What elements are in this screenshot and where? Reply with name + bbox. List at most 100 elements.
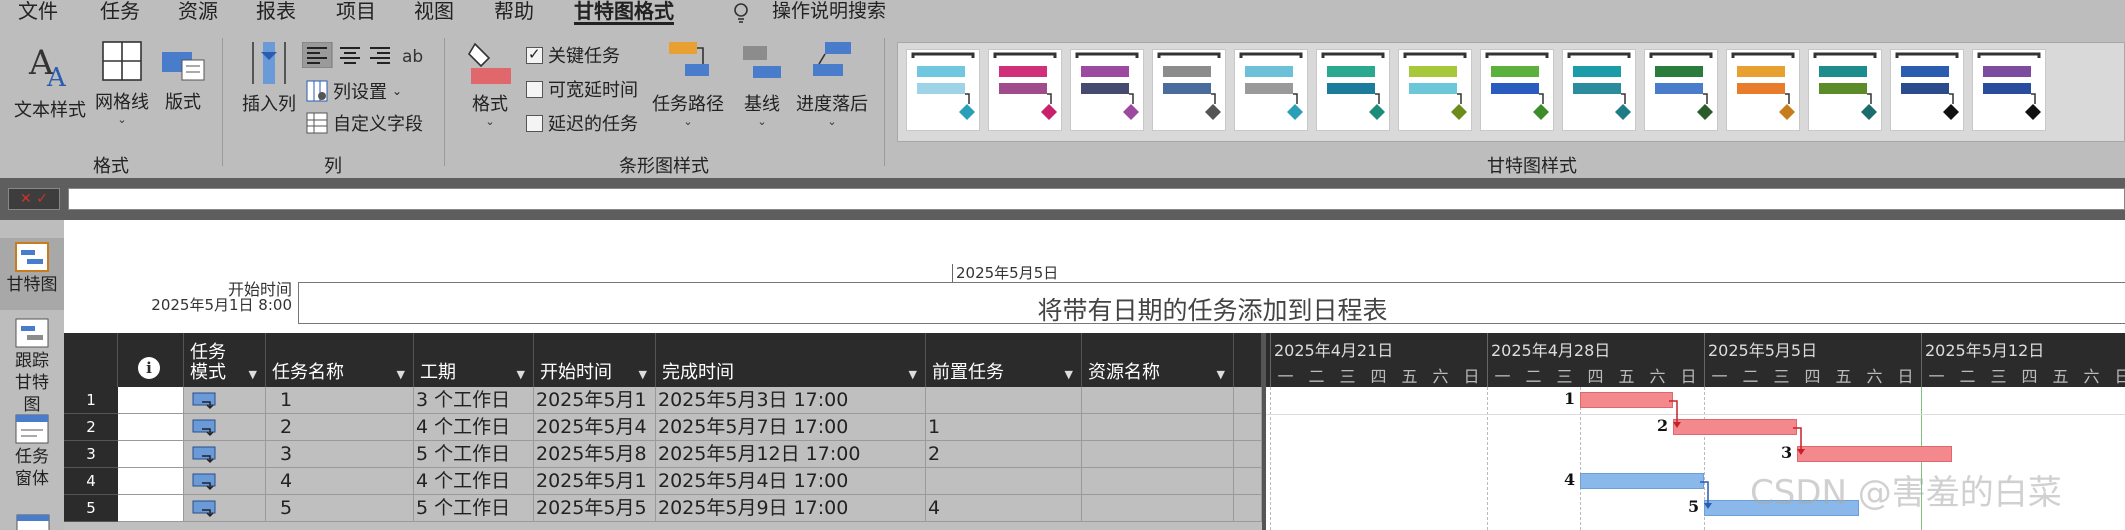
- tab-view[interactable]: 视图: [414, 0, 454, 22]
- indicator-cell[interactable]: [118, 441, 184, 468]
- indicator-cell[interactable]: [118, 468, 184, 495]
- timeline[interactable]: 开始时间 2025年5月1日 8:00 2025年5月5日 将带有日期的任务添加…: [64, 220, 2125, 333]
- column-header-resource-names[interactable]: 资源名称 ▼: [1082, 333, 1234, 387]
- cell-start[interactable]: 2025年5月1: [534, 468, 656, 495]
- tab-report[interactable]: 报表: [256, 0, 296, 22]
- dropdown-arrow-icon[interactable]: ▼: [517, 368, 525, 381]
- cell-resource[interactable]: [1082, 414, 1234, 441]
- text-styles-button[interactable]: A A 文本样式: [12, 40, 88, 122]
- checkbox-late-tasks[interactable]: 延迟的任务: [526, 110, 638, 136]
- column-header-finish[interactable]: 完成时间 ▼: [656, 333, 926, 387]
- table-row[interactable]: 224 个工作日 2025年5月4 2025年5月7日 17:00 1: [64, 414, 1262, 441]
- cell-finish[interactable]: 2025年5月4日 17:00: [656, 468, 926, 495]
- table-row[interactable]: 444 个工作日 2025年5月1 2025年5月4日 17:00: [64, 468, 1262, 495]
- column-settings-button[interactable]: 列设置 ⌄: [306, 78, 402, 104]
- slippage-button[interactable]: 进度落后 ⌄: [794, 38, 870, 128]
- gantt-style-gallery[interactable]: [897, 42, 2125, 142]
- gantt-task-bar[interactable]: [1580, 473, 1704, 489]
- cell-pred[interactable]: [926, 468, 1082, 495]
- empty-cell[interactable]: [1234, 387, 1262, 414]
- gantt-style-swatch[interactable]: [1808, 49, 1882, 131]
- column-header-start[interactable]: 开始时间 ▼: [534, 333, 656, 387]
- select-all-corner[interactable]: [64, 333, 118, 387]
- cell-duration[interactable]: 5 个工作日: [414, 441, 534, 468]
- gantt-style-swatch[interactable]: [1070, 49, 1144, 131]
- column-header-add[interactable]: [1234, 333, 1262, 387]
- cell-finish[interactable]: 2025年5月9日 17:00: [656, 495, 926, 522]
- checkbox-critical-tasks[interactable]: 关键任务: [526, 42, 620, 68]
- cell-finish[interactable]: 2025年5月3日 17:00: [656, 387, 926, 414]
- gantt-style-swatch[interactable]: [1562, 49, 1636, 131]
- column-header-task-name[interactable]: 任务名称 ▼: [266, 333, 414, 387]
- task-mode-cell[interactable]: [184, 495, 266, 522]
- cell-pred[interactable]: 1: [926, 414, 1082, 441]
- table-row[interactable]: 335 个工作日 2025年5月8 2025年5月12日 17:00 2: [64, 441, 1262, 468]
- cell-duration[interactable]: 4 个工作日: [414, 468, 534, 495]
- cell-duration[interactable]: 4 个工作日: [414, 414, 534, 441]
- cell-resource[interactable]: [1082, 468, 1234, 495]
- dropdown-arrow-icon[interactable]: ▼: [249, 368, 257, 381]
- dropdown-arrow-icon[interactable]: ▼: [909, 368, 917, 381]
- cell-pred[interactable]: 4: [926, 495, 1082, 522]
- cell-start[interactable]: 2025年5月4: [534, 414, 656, 441]
- text-align-buttons[interactable]: ab: [302, 42, 428, 68]
- checkbox-slack[interactable]: 可宽延时间: [526, 76, 638, 102]
- calendar-view-icon[interactable]: [16, 514, 50, 530]
- task-mode-cell[interactable]: [184, 468, 266, 495]
- checkbox-unchecked[interactable]: [526, 114, 543, 132]
- gantt-style-swatch[interactable]: [988, 49, 1062, 131]
- entry-field[interactable]: [68, 188, 2125, 210]
- cell-name[interactable]: 1: [266, 387, 414, 414]
- gantt-style-swatch[interactable]: [1890, 49, 1964, 131]
- indicator-cell[interactable]: [118, 414, 184, 441]
- cell-resource[interactable]: [1082, 387, 1234, 414]
- column-header-predecessors[interactable]: 前置任务 ▼: [926, 333, 1082, 387]
- view-gantt-chart[interactable]: 甘特图: [0, 238, 64, 310]
- view-tracking-gantt[interactable]: 跟踪甘特图: [0, 318, 64, 416]
- cell-name[interactable]: 2: [266, 414, 414, 441]
- cell-name[interactable]: 5: [266, 495, 414, 522]
- tab-task[interactable]: 任务: [100, 0, 140, 22]
- table-row[interactable]: 555 个工作日 2025年5月5 2025年5月9日 17:00 4: [64, 495, 1262, 522]
- dropdown-arrow-icon[interactable]: ▼: [1217, 368, 1225, 381]
- cell-start[interactable]: 2025年5月5: [534, 495, 656, 522]
- cell-duration[interactable]: 5 个工作日: [414, 495, 534, 522]
- row-number[interactable]: 1: [64, 387, 118, 414]
- column-header-duration[interactable]: 工期 ▼: [414, 333, 534, 387]
- empty-cell[interactable]: [1234, 495, 1262, 522]
- empty-cell[interactable]: [1234, 441, 1262, 468]
- tab-help[interactable]: 帮助: [494, 0, 534, 22]
- gantt-style-swatch[interactable]: [906, 49, 980, 131]
- gantt-style-swatch[interactable]: [1316, 49, 1390, 131]
- dropdown-arrow-icon[interactable]: ▼: [639, 368, 647, 381]
- indicator-cell[interactable]: [118, 387, 184, 414]
- tab-project[interactable]: 项目: [336, 0, 376, 22]
- gantt-style-swatch[interactable]: [1234, 49, 1308, 131]
- cell-start[interactable]: 2025年5月8: [534, 441, 656, 468]
- row-number[interactable]: 2: [64, 414, 118, 441]
- insert-column-button[interactable]: 插入列: [236, 40, 302, 116]
- row-number[interactable]: 3: [64, 441, 118, 468]
- tab-file[interactable]: 文件: [18, 0, 58, 22]
- gantt-style-swatch[interactable]: [1152, 49, 1226, 131]
- row-number[interactable]: 4: [64, 468, 118, 495]
- cell-pred[interactable]: [926, 387, 1082, 414]
- task-mode-cell[interactable]: [184, 441, 266, 468]
- bar-format-button[interactable]: 格式 ⌄: [456, 38, 524, 128]
- gantt-style-swatch[interactable]: [1644, 49, 1718, 131]
- cell-resource[interactable]: [1082, 495, 1234, 522]
- dropdown-arrow-icon[interactable]: ▼: [1065, 368, 1073, 381]
- view-task-form[interactable]: 任务窗体: [0, 414, 64, 490]
- gantt-style-swatch[interactable]: [1972, 49, 2046, 131]
- cell-resource[interactable]: [1082, 441, 1234, 468]
- tab-gantt-format[interactable]: 甘特图格式: [574, 0, 674, 25]
- tell-me-search[interactable]: 操作说明搜索: [772, 0, 886, 22]
- gridlines-button[interactable]: 网格线 ⌄: [92, 40, 152, 126]
- timeline-bar[interactable]: 将带有日期的任务添加到日程表: [298, 282, 2125, 325]
- gantt-task-bar[interactable]: [1673, 419, 1797, 435]
- cell-finish[interactable]: 2025年5月7日 17:00: [656, 414, 926, 441]
- cell-start[interactable]: 2025年5月1: [534, 387, 656, 414]
- layout-button[interactable]: 版式: [158, 40, 208, 114]
- checkbox-unchecked[interactable]: [526, 80, 543, 98]
- dropdown-arrow-icon[interactable]: ▼: [397, 368, 405, 381]
